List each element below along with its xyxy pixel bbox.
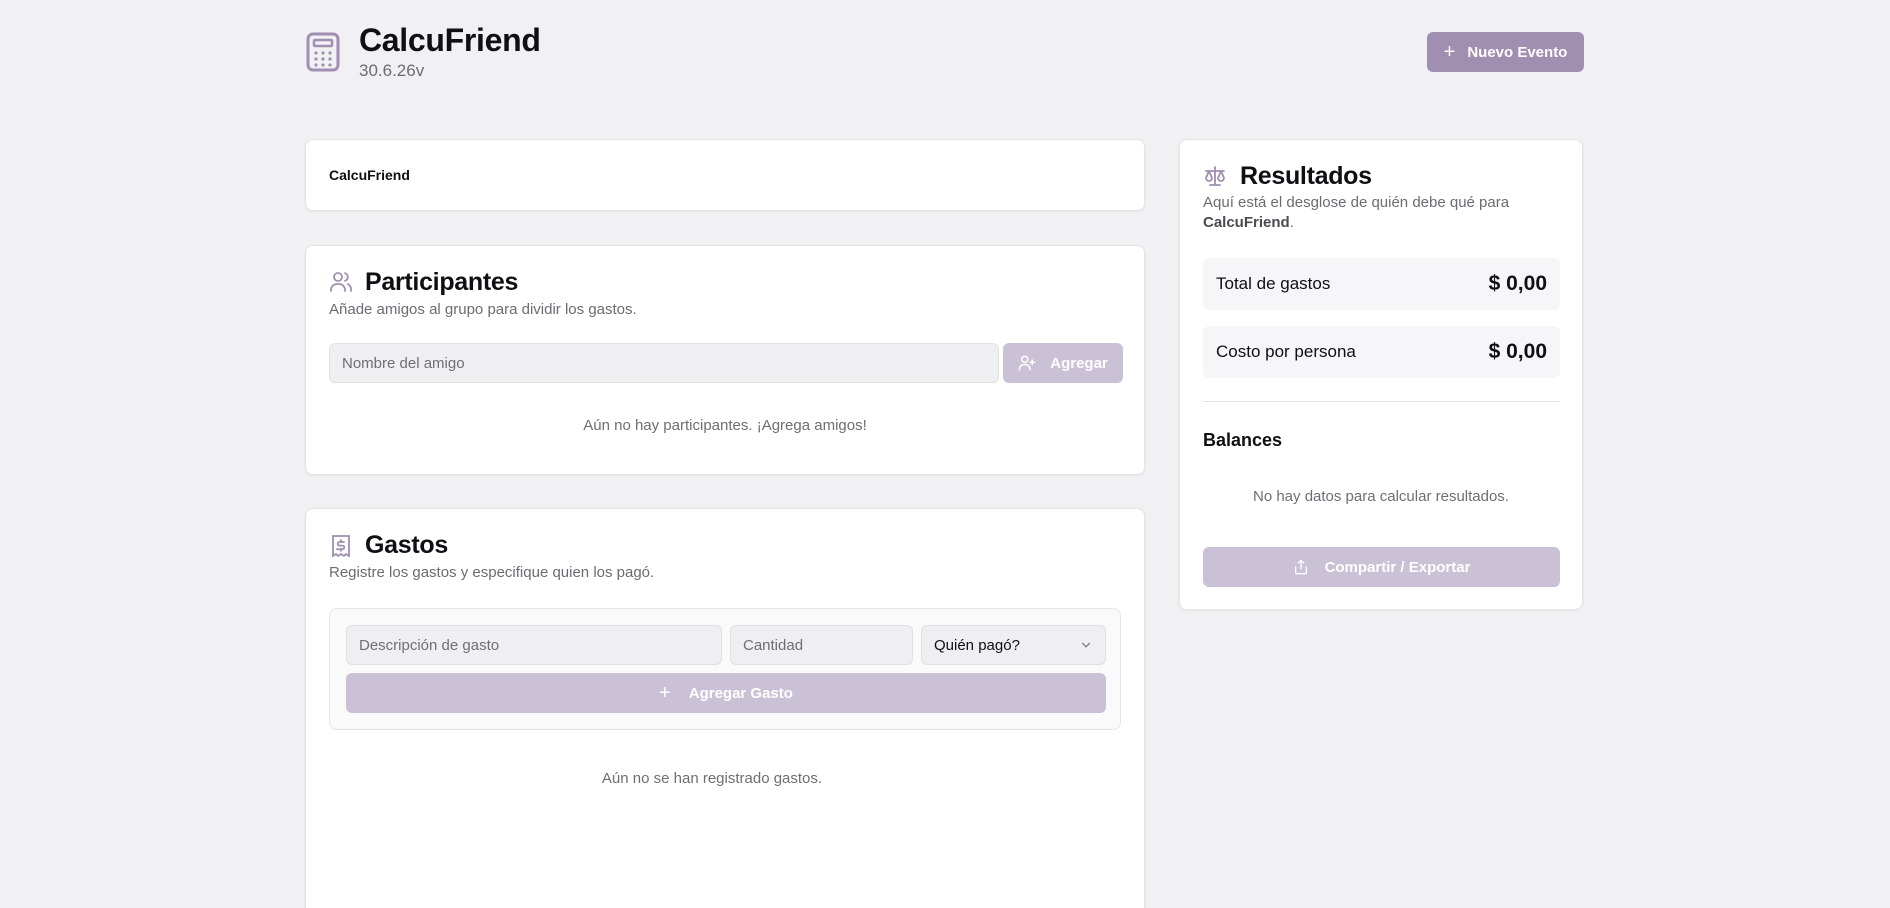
plus-icon: + — [659, 681, 671, 704]
payer-select-value: Quién pagó? — [934, 636, 1020, 654]
results-subtitle-event: CalcuFriend — [1203, 214, 1290, 231]
cost-per-person-box: Costo por persona $ 0,00 — [1203, 326, 1560, 378]
plus-icon: + — [1443, 41, 1456, 63]
total-expenses-value: $ 0,00 — [1488, 272, 1547, 295]
payer-select[interactable]: Quién pagó? — [921, 625, 1106, 665]
participants-subtitle: Añade amigos al grupo para dividir los g… — [329, 301, 637, 318]
add-expense-label: Agregar Gasto — [688, 684, 793, 702]
expenses-empty-message: Aún no se han registrado gastos. — [601, 770, 823, 787]
share-export-button[interactable]: Compartir / Exportar — [1203, 547, 1560, 587]
user-plus-icon — [1018, 355, 1036, 371]
app-root: CalcuFriend 30.6.26v + Nuevo Evento Calc… — [0, 0, 1890, 908]
chevron-down-icon — [1081, 642, 1091, 648]
expenses-card: Gastos Registre los gastos y especifique… — [305, 508, 1145, 908]
results-subtitle-suffix: . — [1289, 214, 1294, 231]
add-friend-label: Agregar — [1050, 354, 1108, 372]
cost-per-person-value: $ 0,00 — [1488, 340, 1547, 363]
app-version: 30.6.26v — [359, 61, 425, 80]
users-icon — [330, 272, 352, 292]
add-expense-button[interactable]: + Agregar Gasto — [346, 673, 1106, 713]
share-icon — [1294, 559, 1307, 575]
receipt-dollar-icon — [332, 535, 350, 558]
friend-name-input[interactable]: Nombre del amigo — [329, 343, 999, 383]
total-expenses-box: Total de gastos $ 0,00 — [1203, 258, 1560, 310]
event-name[interactable]: CalcuFriend — [329, 167, 410, 183]
results-card: Resultados Aquí está el desglose de quié… — [1179, 139, 1583, 610]
app-title: CalcuFriend — [359, 22, 541, 58]
new-event-label: Nuevo Evento — [1467, 43, 1568, 61]
participants-empty-message: Aún no hay participantes. ¡Agrega amigos… — [583, 417, 867, 434]
new-event-button[interactable]: + Nuevo Evento — [1427, 32, 1584, 72]
scale-icon — [1205, 166, 1225, 186]
balances-empty-message: No hay datos para calcular resultados. — [1253, 488, 1509, 505]
add-friend-button[interactable]: Agregar — [1003, 343, 1123, 383]
share-export-label: Compartir / Exportar — [1324, 558, 1471, 576]
expense-form: Descripción de gasto Cantidad Quién pagó… — [329, 608, 1121, 730]
total-expenses-label: Total de gastos — [1216, 274, 1331, 293]
results-subtitle-text: Aquí está el desglose de quién debe qué … — [1203, 194, 1510, 211]
expenses-title: Gastos — [365, 531, 448, 559]
expense-amount-input[interactable]: Cantidad — [730, 625, 913, 665]
results-title: Resultados — [1240, 162, 1372, 190]
expenses-subtitle: Registre los gastos y especifique quien … — [329, 564, 655, 581]
cost-per-person-label: Costo por persona — [1216, 342, 1356, 361]
balances-title: Balances — [1203, 430, 1283, 450]
event-card: CalcuFriend — [305, 139, 1145, 211]
results-subtitle: Aquí está el desglose de quién debe qué … — [1203, 193, 1543, 233]
calculator-icon — [306, 32, 340, 72]
participants-card: Participantes Añade amigos al grupo para… — [305, 245, 1145, 475]
results-divider — [1203, 401, 1560, 402]
participants-title: Participantes — [365, 268, 519, 296]
expense-description-input[interactable]: Descripción de gasto — [346, 625, 722, 665]
